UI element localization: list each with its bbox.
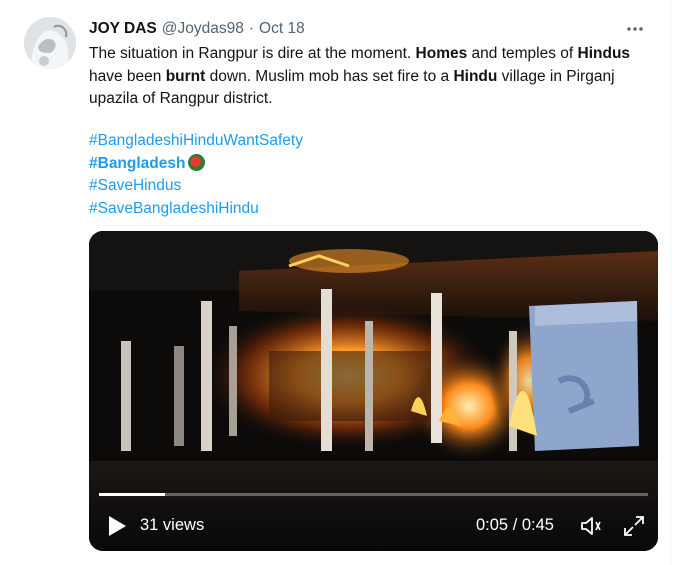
hashtag-link[interactable]: #SaveHindus <box>89 175 303 198</box>
avatar-image <box>24 17 76 69</box>
tweet-text-run: have been <box>89 67 166 85</box>
author-handle[interactable]: @Joydas98 <box>162 20 244 38</box>
tweet-text-bold: Hindu <box>453 67 498 85</box>
tweet-text: The situation in Rangpur is dire at the … <box>89 43 649 111</box>
volume-icon[interactable] <box>578 513 604 539</box>
hashtag-label: #Bangladesh <box>89 154 186 172</box>
author-name[interactable]: JOY DAS <box>89 20 157 38</box>
avatar[interactable] <box>24 17 76 69</box>
tweet-text-bold: Hindus <box>577 45 631 62</box>
hashtag-link[interactable]: #BangladeshiHinduWantSafety <box>89 130 303 153</box>
tweet-date[interactable]: Oct 18 <box>259 20 305 38</box>
video-progress-fill <box>99 493 165 496</box>
tweet-text-run: and temples of <box>467 45 578 62</box>
video-controls: 31 views 0:05 / 0:45 <box>89 501 658 551</box>
tweet-text-run: The situation in Rangpur is dire at the … <box>89 45 416 62</box>
tweet[interactable]: JOY DAS @Joydas98 · Oct 18 The situation… <box>0 0 671 565</box>
video-progress-bar[interactable] <box>99 493 648 496</box>
video-player[interactable]: 31 views 0:05 / 0:45 <box>89 231 658 551</box>
more-horizontal-icon[interactable] <box>624 18 646 40</box>
tweet-header: JOY DAS @Joydas98 · Oct 18 <box>89 18 646 40</box>
fullscreen-icon[interactable] <box>621 513 647 539</box>
tweet-text-bold: burnt <box>165 67 206 85</box>
view-count: 31 views <box>140 516 205 534</box>
tweet-text-bold: Homes <box>415 45 468 62</box>
tweet-text-run: down. Muslim mob has set fire to a <box>205 67 454 85</box>
hashtag-list: #BangladeshiHinduWantSafety #Bangladesh … <box>89 130 303 220</box>
video-time: 0:05 / 0:45 <box>476 516 554 534</box>
hashtag-link[interactable]: #Bangladesh <box>89 153 303 176</box>
separator: · <box>248 20 255 37</box>
hashtag-link[interactable]: #SaveBangladeshiHindu <box>89 198 303 221</box>
play-icon[interactable] <box>106 514 128 538</box>
bangladesh-flag-icon <box>188 153 206 171</box>
